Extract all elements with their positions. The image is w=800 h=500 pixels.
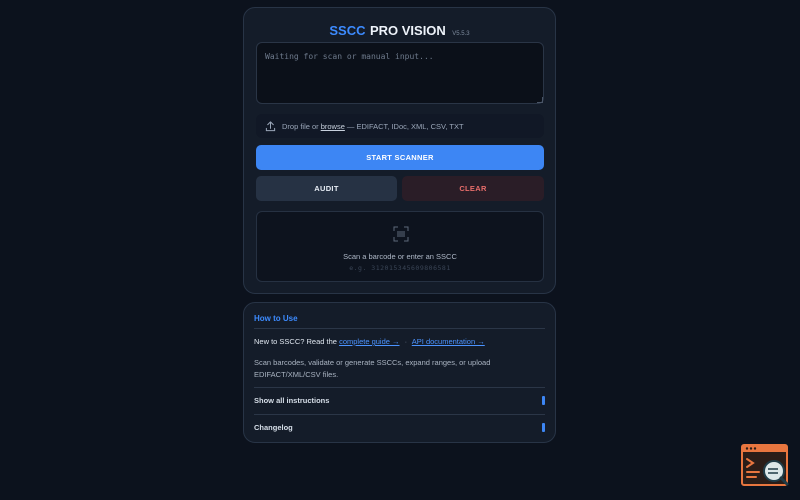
browser-search-icon[interactable]: [741, 444, 790, 489]
app-title: SSCC PRO VISION V5.5.3: [244, 22, 555, 40]
api-docs-link[interactable]: API documentation →: [412, 337, 485, 346]
accordion-label: Show all instructions: [254, 395, 330, 405]
show-instructions-toggle[interactable]: Show all instructions: [254, 388, 545, 412]
changelog-toggle[interactable]: Changelog: [254, 415, 545, 439]
upload-icon: [265, 120, 276, 131]
link-separator: ·: [404, 337, 408, 346]
version-badge: V5.5.3: [452, 31, 470, 37]
help-intro: New to SSCC? Read the complete guide → ·…: [254, 337, 485, 346]
expand-indicator: [542, 395, 545, 405]
help-intro-text: New to SSCC? Read the: [254, 337, 337, 346]
complete-guide-link[interactable]: complete guide →: [339, 337, 399, 346]
brand-name: SSCC: [329, 23, 366, 38]
help-title: How to Use: [254, 314, 298, 323]
browse-link[interactable]: browse: [321, 122, 345, 131]
file-dropzone[interactable]: Drop file or browse — EDIFACT, IDoc, XML…: [256, 114, 544, 138]
result-example: e.g. 312015345609806581: [349, 264, 451, 272]
dropzone-formats: — EDIFACT, IDoc, XML, CSV, TXT: [346, 121, 464, 131]
help-card: How to Use New to SSCC? Read the complet…: [243, 302, 556, 443]
start-scanner-button[interactable]: START SCANNER: [256, 145, 544, 170]
barcode-scan-icon: [393, 226, 409, 242]
resize-handle[interactable]: [537, 97, 543, 103]
product-name: PRO VISION: [369, 23, 446, 38]
scanner-card: SSCC PRO VISION V5.5.3 Drop file or brow…: [243, 7, 556, 294]
result-panel: Scan a barcode or enter an SSCC e.g. 312…: [256, 211, 544, 282]
accordion-label: Changelog: [254, 422, 293, 432]
dropzone-prefix: Drop file or: [282, 121, 319, 131]
scan-input[interactable]: [256, 42, 544, 104]
clear-button[interactable]: CLEAR: [402, 176, 544, 201]
expand-indicator: [542, 422, 545, 432]
help-description: Scan barcodes, validate or generate SSCC…: [254, 358, 491, 379]
result-prompt: Scan a barcode or enter an SSCC: [343, 252, 457, 261]
help-divider: [254, 328, 545, 329]
audit-button[interactable]: AUDIT: [256, 176, 397, 201]
